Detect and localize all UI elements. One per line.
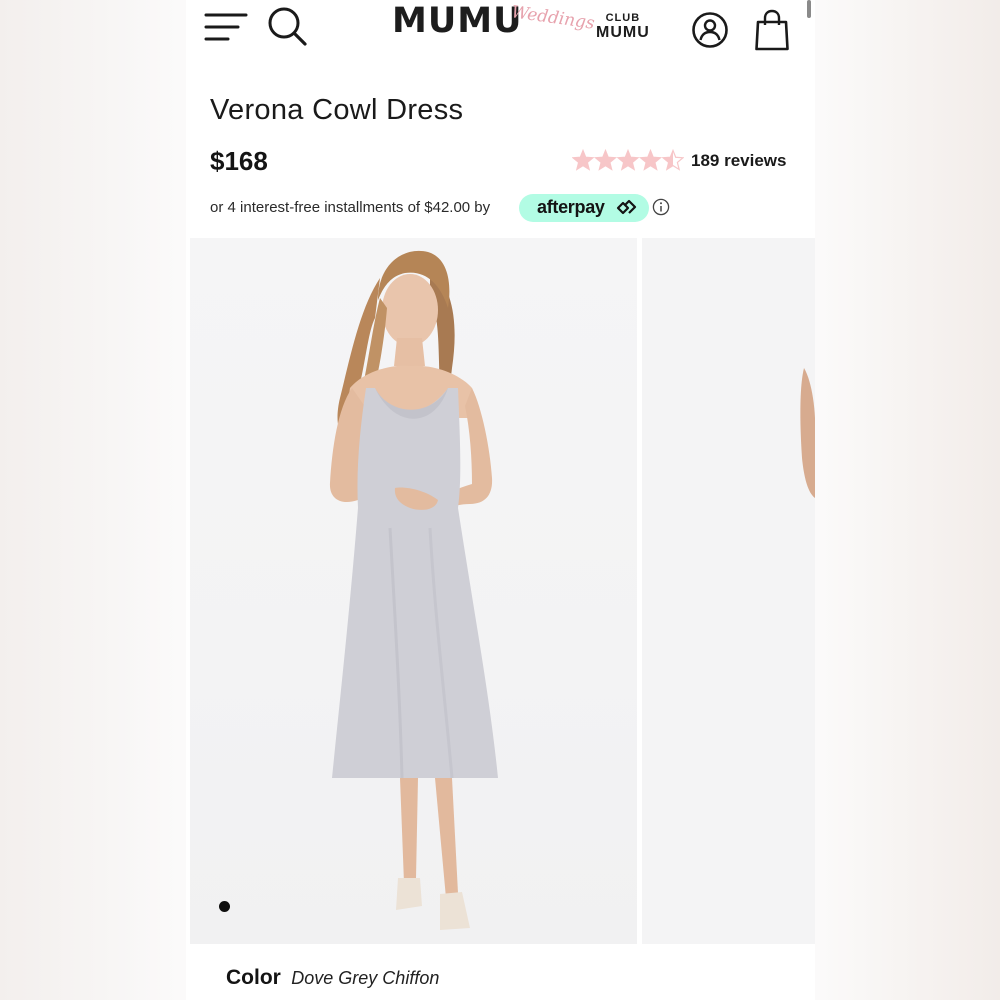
star-rating (572, 148, 684, 171)
logo-weddings-script: Weddings (510, 2, 596, 34)
star-icon (661, 148, 684, 171)
reviews-link[interactable]: 189 reviews (691, 151, 786, 171)
menu-icon[interactable] (204, 10, 248, 44)
mobile-viewport: MUMU Weddings CLUB MUMU Verona Cowl Dres… (186, 0, 815, 1000)
color-selector-row: Color Dove Grey Chiffon (226, 966, 439, 990)
product-image-main[interactable] (190, 238, 637, 944)
star-icon (616, 148, 640, 171)
afterpay-arrow-icon (616, 199, 637, 215)
color-value: Dove Grey Chiffon (291, 968, 440, 988)
product-price: $168 (210, 146, 268, 176)
info-icon[interactable] (652, 198, 670, 216)
carousel-dot-active[interactable] (219, 901, 230, 912)
product-image-next[interactable] (642, 238, 815, 944)
afterpay-badge[interactable]: afterpay (519, 194, 649, 222)
account-icon[interactable] (691, 11, 729, 49)
club-mumu-link[interactable]: CLUB MUMU (596, 12, 650, 42)
next-model-photo-edge (800, 368, 815, 498)
product-image-carousel[interactable] (186, 238, 815, 944)
product-title: Verona Cowl Dress (210, 94, 464, 126)
star-icon (638, 148, 663, 171)
club-label-top: CLUB (605, 12, 641, 24)
star-icon (593, 148, 618, 171)
search-icon[interactable] (266, 5, 308, 47)
model-photo (329, 250, 498, 930)
star-icon (572, 148, 595, 171)
color-label: Color (226, 966, 281, 989)
site-header: MUMU Weddings CLUB MUMU (186, 0, 815, 64)
afterpay-wordmark: afterpay (537, 197, 605, 217)
club-label-bottom: MUMU (596, 24, 650, 41)
bag-icon[interactable] (754, 9, 790, 51)
logo-wordmark: MUMU (392, 1, 523, 41)
installments-text: or 4 interest-free installments of $42.0… (210, 199, 491, 216)
